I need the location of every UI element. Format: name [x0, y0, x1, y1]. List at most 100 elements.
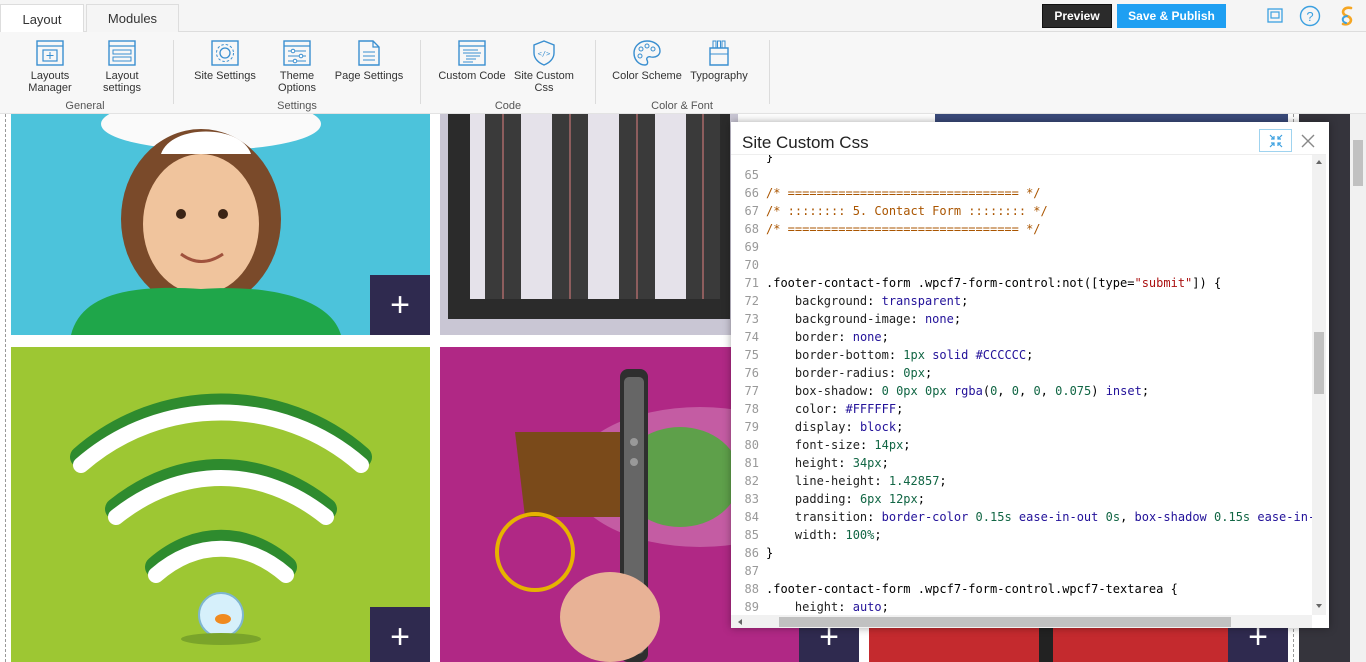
- line-text: border-radius: 0px;: [794, 366, 933, 380]
- line-text: font-size: 14px;: [794, 438, 911, 452]
- preview-button[interactable]: Preview: [1042, 4, 1112, 28]
- line-text: display: block;: [794, 420, 904, 434]
- line-number: 85: [744, 528, 759, 542]
- ribbon-divider: [769, 40, 770, 104]
- abacus-image: [440, 114, 738, 335]
- line-number: 82: [744, 474, 759, 488]
- add-tile-button[interactable]: +: [370, 607, 430, 662]
- collapse-icon: [1269, 134, 1282, 147]
- page-settings-icon: [358, 40, 380, 66]
- code-line: 77 box-shadow: 0 0px 0px rgba(0, 0, 0, 0…: [731, 382, 1313, 400]
- group-label-color-font: Color & Font: [651, 100, 713, 112]
- code-line: 74 border: none;: [731, 328, 1313, 346]
- code-line: 65: [731, 166, 1313, 184]
- line-number: 65: [744, 168, 759, 182]
- editor-vertical-scrollbar[interactable]: [1312, 155, 1326, 615]
- line-text: }: [766, 546, 774, 560]
- color-scheme-button[interactable]: Color Scheme: [612, 40, 682, 82]
- code-line: 85 width: 100%;: [731, 526, 1313, 544]
- color-scheme-label: Color Scheme: [612, 70, 682, 82]
- line-number: 68: [744, 222, 759, 236]
- code-line: 72 background: transparent;: [731, 292, 1313, 310]
- layout-settings-label: Layout settings: [103, 70, 141, 94]
- site-settings-icon: [211, 40, 239, 66]
- portfolio-tile-kid[interactable]: +: [11, 114, 430, 335]
- site-custom-css-button[interactable]: </> Site Custom Css: [509, 40, 579, 94]
- tab-layout[interactable]: Layout: [0, 4, 84, 33]
- custom-code-button[interactable]: Custom Code: [437, 40, 507, 82]
- add-tile-button[interactable]: +: [370, 275, 430, 335]
- page-settings-button[interactable]: Page Settings: [334, 40, 404, 82]
- line-text: height: 34px;: [794, 456, 889, 470]
- close-icon: [1301, 134, 1315, 148]
- editor-horizontal-scrollbar[interactable]: [731, 615, 1312, 628]
- line-number: 84: [744, 510, 759, 524]
- close-dialog-button[interactable]: [1296, 129, 1320, 153]
- line-number: 78: [744, 402, 759, 416]
- line-text: /* :::::::: 5. Contact Form :::::::: */: [766, 204, 1048, 218]
- line-number: 73: [744, 312, 759, 326]
- code-line: 69: [731, 238, 1313, 256]
- line-number: 70: [744, 258, 759, 272]
- collapse-dialog-button[interactable]: [1259, 129, 1292, 152]
- save-publish-button[interactable]: Save & Publish: [1117, 4, 1226, 28]
- line-number: 80: [744, 438, 759, 452]
- css-shield-icon: </>: [533, 40, 555, 66]
- code-line: 83 padding: 6px 12px;: [731, 490, 1313, 508]
- scroll-down-icon[interactable]: [1312, 601, 1326, 611]
- help-icon[interactable]: ?: [1299, 5, 1321, 27]
- line-text: border: none;: [794, 330, 889, 344]
- line-number: 75: [744, 348, 759, 362]
- site-custom-css-dialog: Site Custom Css } 65 66 /* ================…: [731, 122, 1329, 628]
- line-number: 88: [744, 582, 759, 596]
- layouts-manager-button[interactable]: Layouts Manager: [15, 40, 85, 94]
- svg-text:?: ?: [1306, 9, 1313, 24]
- code-line: 88 .footer-contact-form .wpcf7-form-contr…: [731, 580, 1313, 598]
- css-code-editor[interactable]: } 65 66 /* ================================…: [731, 154, 1326, 628]
- page-scrollbar[interactable]: [1350, 114, 1366, 662]
- line-text: .footer-contact-form .wpcf7-form-control…: [766, 582, 1178, 596]
- line-text: background-image: none;: [794, 312, 962, 326]
- ribbon-toolbar: Layouts Manager Layout settings General …: [0, 32, 1366, 114]
- code-line: 84 transition: border-color 0.15s ease-i…: [731, 508, 1323, 526]
- code-line: 76 border-radius: 0px;: [731, 364, 1313, 382]
- code-line: 70: [731, 256, 1313, 274]
- code-line: 87: [731, 562, 1313, 580]
- page-scrollbar-thumb[interactable]: [1353, 140, 1363, 186]
- line-text: padding: 6px 12px;: [794, 492, 925, 506]
- site-settings-button[interactable]: Site Settings: [190, 40, 260, 82]
- code-line: 80 font-size: 14px;: [731, 436, 1313, 454]
- line-text: line-height: 1.42857;: [794, 474, 947, 488]
- theme-options-label: Theme Options: [278, 70, 316, 94]
- line-number: 83: [744, 492, 759, 506]
- code-line: 79 display: block;: [731, 418, 1313, 436]
- code-line: 89 height: auto;: [731, 598, 1313, 616]
- line-text: width: 100%;: [794, 528, 882, 542]
- scroll-left-icon[interactable]: [735, 615, 745, 628]
- code-line: 75 border-bottom: 1px solid #CCCCCC;: [731, 346, 1313, 364]
- layout-settings-button[interactable]: Layout settings: [87, 40, 157, 94]
- theme-options-icon: [283, 40, 311, 66]
- code-line: 78 color: #FFFFFF;: [731, 400, 1313, 418]
- line-number: 86: [744, 546, 759, 560]
- ribbon-divider: [595, 40, 596, 104]
- top-tab-bar: Layout Modules Preview Save & Publish ?: [0, 0, 1366, 33]
- editor-horizontal-thumb[interactable]: [779, 617, 1231, 627]
- layouts-manager-label: Layouts Manager: [28, 70, 72, 94]
- line-text: /* ================================ */: [766, 186, 1041, 200]
- typography-button[interactable]: Typography: [684, 40, 754, 82]
- line-number: 79: [744, 420, 759, 434]
- site-settings-label: Site Settings: [194, 70, 256, 82]
- portfolio-tile-abacus[interactable]: [440, 114, 738, 335]
- wifi-grass-image: [70, 393, 372, 645]
- responsive-view-icon[interactable]: [1264, 5, 1286, 27]
- line-number: 76: [744, 366, 759, 380]
- group-label-general: General: [65, 100, 105, 112]
- scroll-up-icon[interactable]: [1312, 157, 1326, 167]
- line-text: background: transparent;: [794, 294, 969, 308]
- portfolio-tile-wifi[interactable]: +: [11, 347, 430, 662]
- custom-code-label: Custom Code: [438, 70, 506, 82]
- tab-modules[interactable]: Modules: [86, 4, 179, 32]
- editor-vertical-thumb[interactable]: [1314, 332, 1324, 394]
- theme-options-button[interactable]: Theme Options: [262, 40, 332, 94]
